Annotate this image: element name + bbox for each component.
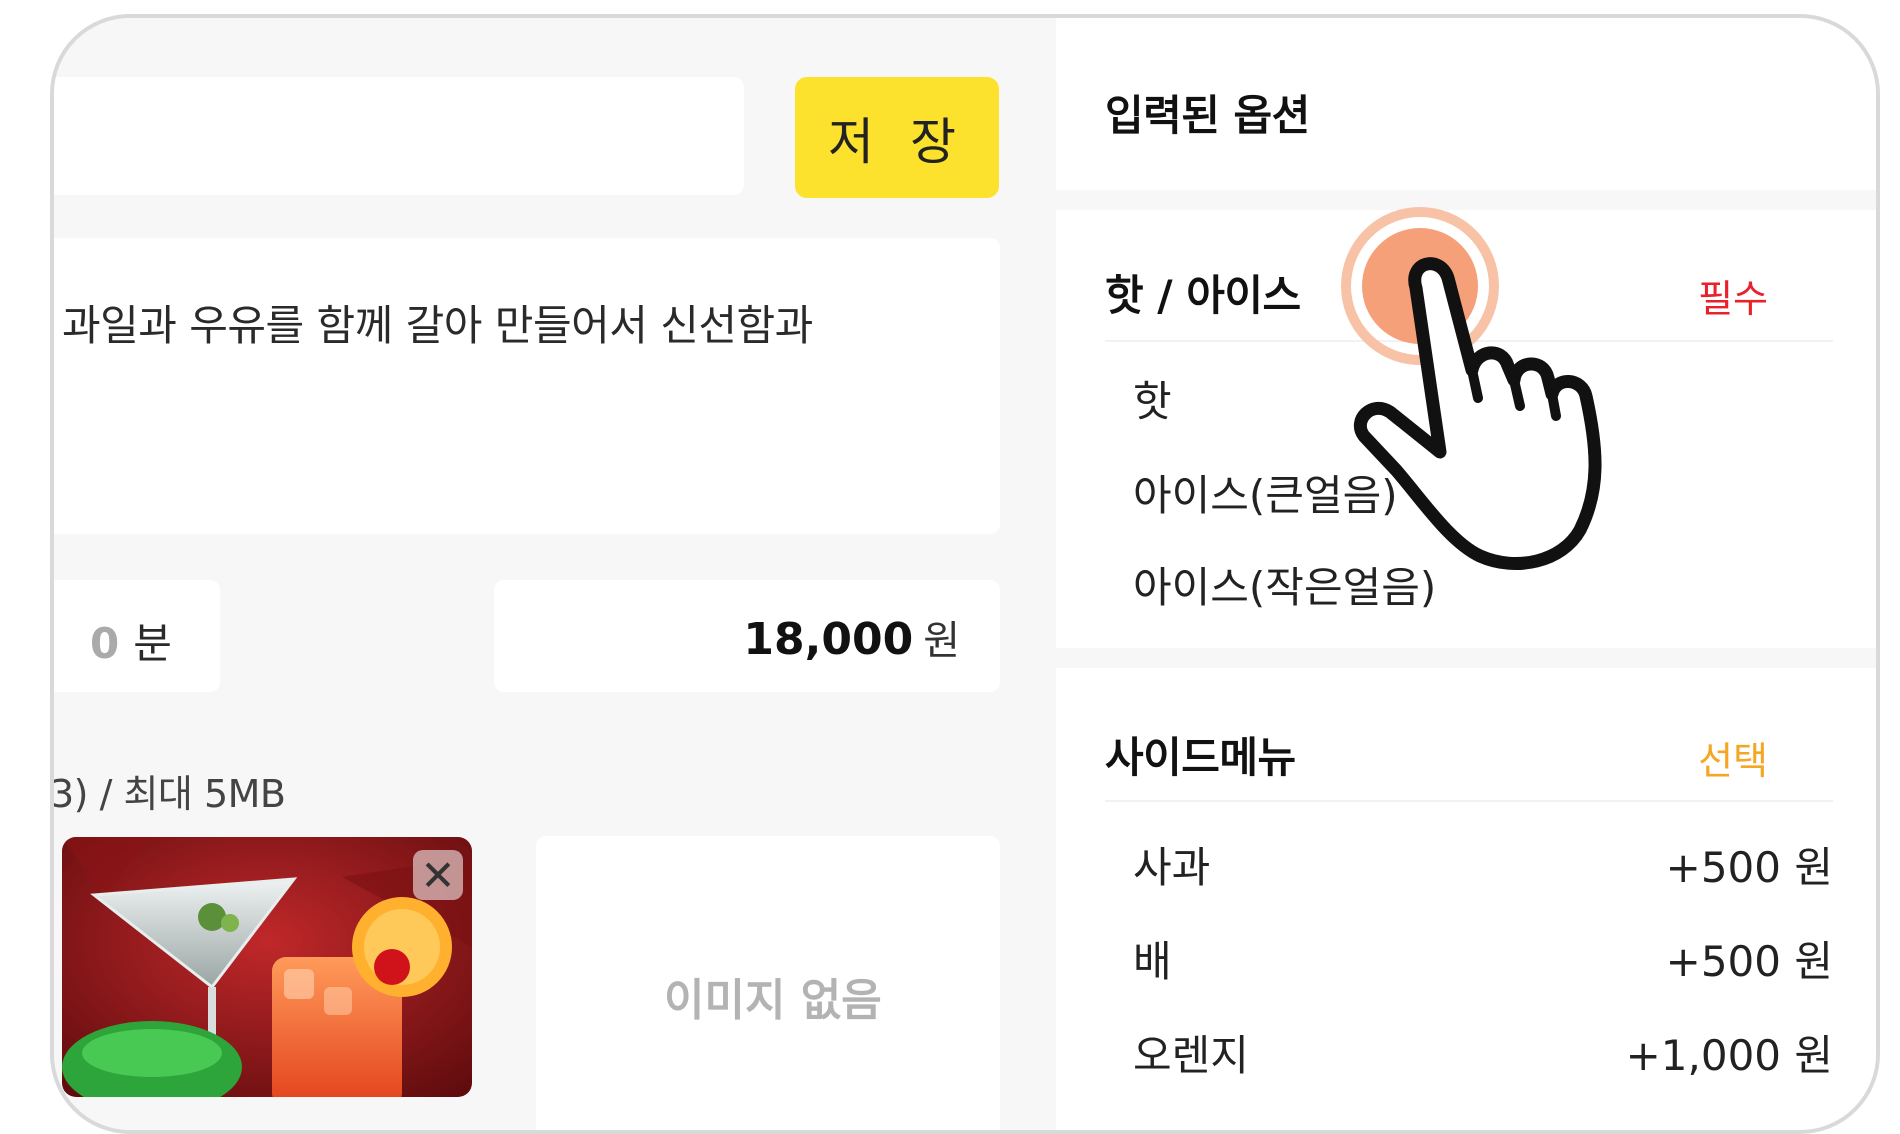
divider: [1105, 340, 1833, 342]
prep-time-value: 0: [90, 619, 120, 668]
optional-badge: 선택: [1698, 739, 1768, 783]
option-label: 오렌지: [1133, 1031, 1249, 1080]
required-badge: 필수: [1698, 277, 1768, 321]
option-label: 배: [1133, 937, 1172, 986]
option-price: +1,000 원: [1625, 1031, 1833, 1080]
divider: [1105, 800, 1833, 802]
menu-editor-panel: 저 장 과일과 우유를 함께 갈아 만들어서 신선함과 0분 18,000 원 3…: [54, 18, 1056, 1130]
menu-name-input[interactable]: [54, 77, 744, 195]
option-label: 아이스(작은얼음): [1133, 563, 1437, 612]
option-label: 아이스(큰얼음): [1133, 471, 1398, 520]
no-image-label: 이미지 없음: [664, 975, 882, 1026]
option-item[interactable]: 아이스(큰얼음): [1133, 462, 1833, 523]
close-icon[interactable]: ✕: [413, 850, 463, 900]
options-panel-title: 입력된 옵션: [1105, 91, 1310, 140]
prep-time-unit: 분: [133, 619, 172, 668]
option-item[interactable]: 배 +500 원: [1133, 928, 1833, 989]
description-textarea[interactable]: 과일과 우유를 함께 갈아 만들어서 신선함과: [54, 238, 1000, 534]
option-item[interactable]: 오렌지 +1,000 원: [1133, 1022, 1833, 1083]
description-text: 과일과 우유를 함께 갈아 만들어서 신선함과: [62, 301, 813, 350]
option-item[interactable]: 핫: [1133, 368, 1833, 429]
divider: [1056, 190, 1876, 210]
option-group-title: 핫 / 아이스: [1105, 271, 1301, 320]
divider: [1056, 648, 1876, 668]
device-frame: 저 장 과일과 우유를 함께 갈아 만들어서 신선함과 0분 18,000 원 3…: [50, 14, 1880, 1134]
option-price: +500 원: [1665, 937, 1833, 986]
save-button[interactable]: 저 장: [795, 77, 999, 198]
image-upload-hint: 3) / 최대 5MB: [50, 772, 286, 816]
cocktail-photo: [62, 837, 472, 1097]
option-price: +500 원: [1665, 843, 1833, 892]
option-group-title: 사이드메뉴: [1105, 733, 1296, 782]
options-panel: 입력된 옵션 핫 / 아이스 필수 핫 아이스(큰얼음) 아이스(작은얼음) 사…: [1056, 18, 1876, 1130]
option-item[interactable]: 사과 +500 원: [1133, 834, 1833, 895]
menu-photo-thumbnail[interactable]: ✕: [62, 837, 472, 1097]
option-label: 핫: [1133, 377, 1172, 426]
prep-time-input[interactable]: 0분: [54, 580, 220, 692]
price-value: 18,000: [743, 614, 914, 665]
price-unit: 원: [923, 618, 960, 664]
option-label: 사과: [1133, 843, 1211, 892]
empty-image-slot[interactable]: 이미지 없음: [536, 836, 1000, 1130]
price-input[interactable]: 18,000 원: [494, 580, 1000, 692]
option-item[interactable]: 아이스(작은얼음): [1133, 554, 1833, 615]
